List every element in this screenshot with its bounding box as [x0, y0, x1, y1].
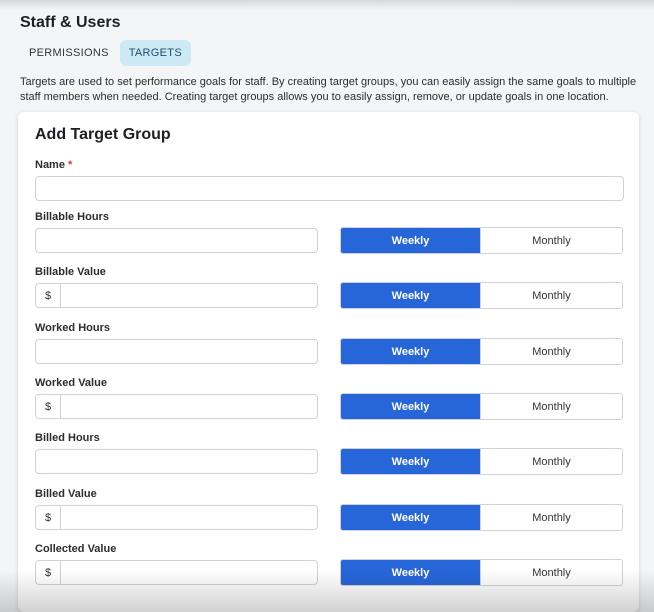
billable-value-period-toggle: Weekly Monthly — [340, 282, 623, 309]
collected-value-input[interactable]: $ — [35, 560, 318, 585]
add-target-group-card: Add Target Group Name * Billable Hours We… — [18, 112, 639, 612]
name-label: Name * — [35, 159, 72, 171]
billed-hours-weekly-button[interactable]: Weekly — [341, 449, 480, 474]
tab-targets[interactable]: TARGETS — [119, 40, 191, 66]
billable-hours-monthly-button[interactable]: Monthly — [480, 228, 622, 253]
currency-prefix: $ — [36, 284, 61, 307]
name-label-text: Name — [35, 159, 65, 171]
worked-hours-period-toggle: Weekly Monthly — [340, 338, 623, 365]
billable-hours-input[interactable] — [35, 228, 318, 253]
currency-prefix: $ — [36, 395, 61, 418]
top-shadow — [0, 0, 654, 10]
collected-value-weekly-button[interactable]: Weekly — [341, 560, 480, 585]
worked-value-input[interactable]: $ — [35, 394, 318, 419]
billable-hours-label: Billable Hours — [35, 211, 109, 223]
collected-value-label: Collected Value — [35, 543, 117, 555]
billed-hours-label: Billed Hours — [35, 432, 100, 444]
billed-hours-input[interactable] — [35, 449, 318, 474]
billed-value-monthly-button[interactable]: Monthly — [480, 505, 622, 530]
page-title: Staff & Users — [20, 14, 121, 31]
required-marker: * — [68, 159, 73, 171]
worked-value-weekly-button[interactable]: Weekly — [341, 394, 480, 419]
billable-value-input[interactable]: $ — [35, 283, 318, 308]
billed-value-weekly-button[interactable]: Weekly — [341, 505, 480, 530]
billed-value-label: Billed Value — [35, 488, 97, 500]
worked-value-period-toggle: Weekly Monthly — [340, 393, 623, 420]
billable-value-weekly-button[interactable]: Weekly — [341, 283, 480, 308]
tab-bar: PERMISSIONS TARGETS — [20, 40, 191, 66]
worked-value-label: Worked Value — [35, 377, 107, 389]
billed-value-period-toggle: Weekly Monthly — [340, 504, 623, 531]
billable-value-label: Billable Value — [35, 266, 106, 278]
currency-prefix: $ — [36, 506, 61, 529]
billable-hours-period-toggle: Weekly Monthly — [340, 227, 623, 254]
billed-hours-monthly-button[interactable]: Monthly — [480, 449, 622, 474]
billed-hours-period-toggle: Weekly Monthly — [340, 448, 623, 475]
billed-value-input[interactable]: $ — [35, 505, 318, 530]
tab-permissions[interactable]: PERMISSIONS — [20, 40, 118, 66]
collected-value-monthly-button[interactable]: Monthly — [480, 560, 622, 585]
billable-hours-weekly-button[interactable]: Weekly — [341, 228, 480, 253]
worked-value-monthly-button[interactable]: Monthly — [480, 394, 622, 419]
collected-value-period-toggle: Weekly Monthly — [340, 559, 623, 586]
name-input[interactable] — [35, 176, 624, 201]
description-text: Targets are used to set performance goal… — [20, 76, 637, 103]
worked-hours-label: Worked Hours — [35, 322, 110, 334]
worked-hours-weekly-button[interactable]: Weekly — [341, 339, 480, 364]
currency-prefix: $ — [36, 561, 61, 584]
card-title: Add Target Group — [35, 126, 171, 143]
worked-hours-monthly-button[interactable]: Monthly — [480, 339, 622, 364]
billable-value-monthly-button[interactable]: Monthly — [480, 283, 622, 308]
worked-hours-input[interactable] — [35, 339, 318, 364]
